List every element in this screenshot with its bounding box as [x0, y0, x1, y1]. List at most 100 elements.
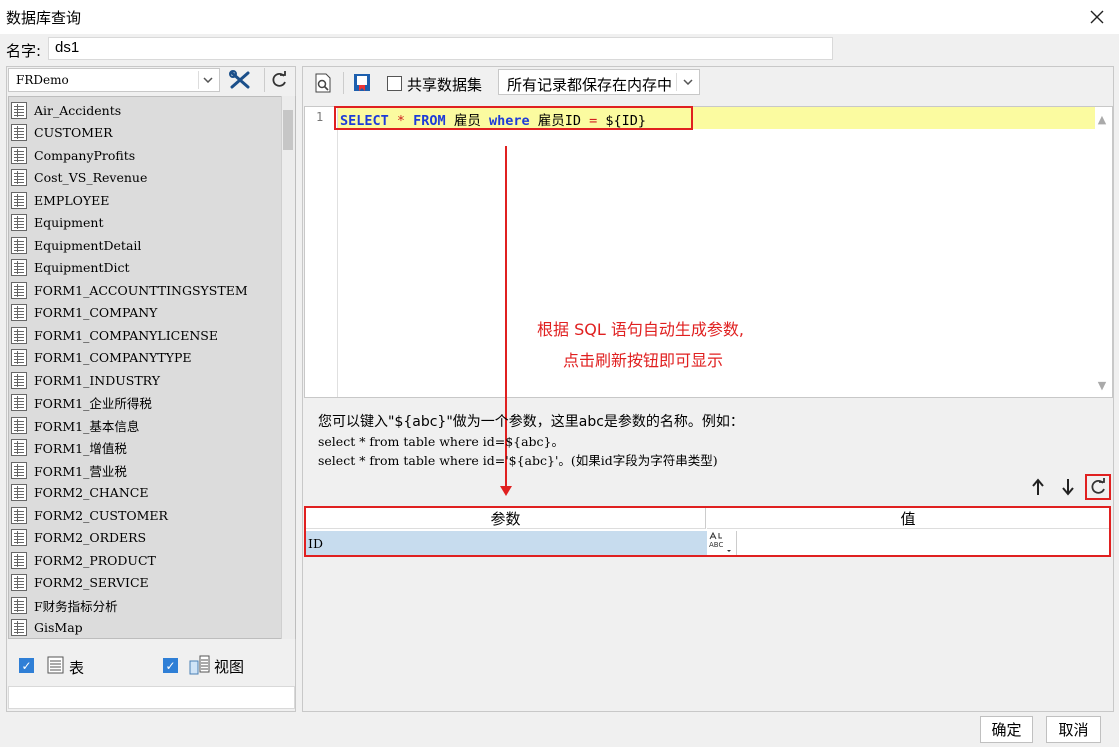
- chevron-down-icon[interactable]: [676, 73, 698, 91]
- table-list-item[interactable]: FORM1_COMPANY: [11, 302, 157, 324]
- table-list-item-label: FORM1_营业税: [34, 463, 127, 479]
- table-list-item-label: FORM2_CUSTOMER: [34, 507, 168, 523]
- table-list-item-label: FORM1_INDUSTRY: [34, 372, 160, 388]
- tools-icon: [229, 70, 250, 89]
- table-search-input[interactable]: [8, 686, 295, 709]
- table-list-item-label: EquipmentDetail: [34, 237, 142, 253]
- table-list-item-label: FORM1_COMPANY: [34, 305, 158, 320]
- table-checkbox[interactable]: ✓: [19, 658, 34, 673]
- toolbar-divider: [343, 72, 344, 94]
- hint-line-1: 您可以键入"${abc}"做为一个参数，这里abc是参数的名称。例如：: [318, 414, 744, 430]
- line-gutter: [305, 107, 338, 397]
- refresh-icon: [272, 71, 286, 87]
- type-select-icon[interactable]: ABC: [708, 531, 735, 555]
- table-icon: [11, 461, 27, 479]
- table-icon: [11, 326, 27, 344]
- table-list-item-label: FORM1_COMPANYTYPE: [34, 350, 192, 365]
- table-list-item[interactable]: EquipmentDict: [11, 257, 130, 279]
- table-icon: [11, 371, 27, 389]
- table-list-item[interactable]: FORM2_SERVICE: [11, 572, 149, 594]
- format-button[interactable]: [348, 71, 376, 95]
- table-list-item[interactable]: FORM1_企业所得税: [11, 392, 152, 414]
- table-list-item[interactable]: FORM2_CHANCE: [11, 482, 148, 504]
- table-list-item[interactable]: CUSTOMER: [11, 122, 113, 144]
- table-list-item[interactable]: FORM1_ACCOUNTTINGSYSTEM: [11, 279, 248, 301]
- table-list-item[interactable]: FORM2_ORDERS: [11, 527, 146, 549]
- table-list-item[interactable]: FORM2_CUSTOMER: [11, 504, 168, 526]
- table-icon: [11, 281, 27, 299]
- table-list-item-label: FORM1_基本信息: [34, 418, 140, 434]
- svg-text:ABC: ABC: [709, 541, 723, 549]
- chevron-down-icon[interactable]: [198, 71, 216, 89]
- preview-button[interactable]: [309, 71, 337, 95]
- table-list-item-label: Equipment: [34, 215, 104, 230]
- ok-button[interactable]: 确定: [980, 716, 1033, 743]
- table-list-item-label: Cost_VS_Revenue: [34, 170, 148, 185]
- cancel-button[interactable]: 取消: [1046, 716, 1101, 743]
- hint-line-2: select * from table where id=${abc}。: [318, 434, 565, 449]
- refresh-params-button[interactable]: [1085, 474, 1111, 500]
- view-icon: [189, 655, 211, 675]
- table-list-item-label: FORM2_SERVICE: [34, 575, 149, 590]
- close-button[interactable]: [1082, 3, 1112, 31]
- table-list-item-label: FORM2_ORDERS: [34, 530, 147, 545]
- view-checkbox[interactable]: ✓: [163, 658, 178, 673]
- param-value-input[interactable]: [736, 531, 1109, 555]
- refresh-icon: [1091, 478, 1105, 494]
- scroll-up-icon[interactable]: ▲: [1094, 111, 1110, 127]
- table-list-item[interactable]: FORM2_PRODUCT: [11, 549, 156, 571]
- table-icon: [11, 416, 27, 434]
- table-list-item[interactable]: CompanyProfits: [11, 144, 135, 166]
- tree-scrollbar[interactable]: [281, 96, 295, 639]
- table-list-item[interactable]: EMPLOYEE: [11, 189, 109, 211]
- table-list-item[interactable]: FORM1_营业税: [11, 459, 127, 481]
- view-filter-label: 视图: [214, 658, 245, 676]
- annotation-arrowhead: [500, 486, 512, 496]
- move-up-button[interactable]: [1024, 475, 1052, 499]
- tree-scrollbar-thumb[interactable]: [283, 110, 293, 150]
- cache-mode-select[interactable]: 所有记录都保存在内存中: [498, 69, 700, 95]
- database-select[interactable]: FRDemo: [8, 68, 220, 92]
- refresh-tables-button[interactable]: [264, 68, 292, 92]
- bookmark-icon: [354, 74, 370, 91]
- table-icon: [11, 596, 27, 614]
- table-icon: [11, 214, 27, 231]
- sql-highlight-box: [334, 106, 693, 130]
- table-list-item-label: FORM1_ACCOUNTTINGSYSTEM: [34, 282, 248, 298]
- table-list-item[interactable]: F财务指标分析: [11, 594, 118, 616]
- table-icon: [11, 394, 27, 411]
- value-column-header: 值: [707, 508, 1109, 529]
- table-icon: [11, 169, 27, 186]
- shared-dataset-checkbox[interactable]: [387, 76, 402, 91]
- table-list-item-label: FORM1_增值税: [34, 441, 127, 456]
- move-down-button[interactable]: [1054, 475, 1082, 499]
- param-column-header: 参数: [306, 508, 706, 529]
- table-list-item-label: EMPLOYEE: [34, 192, 110, 208]
- table-icon: [11, 506, 27, 524]
- scroll-down-icon[interactable]: ▼: [1094, 377, 1110, 393]
- table-list-item[interactable]: GisMap: [11, 617, 83, 639]
- shared-dataset-label: 共享数据集: [407, 76, 483, 94]
- table-icon: [11, 304, 27, 321]
- table-list-item[interactable]: Cost_VS_Revenue: [11, 167, 147, 189]
- table-filter-label: 表: [69, 659, 85, 677]
- table-icon: [11, 124, 27, 141]
- table-list-item[interactable]: FORM1_COMPANYLICENSE: [11, 324, 218, 346]
- table-icon: [11, 619, 27, 636]
- database-select-value: FRDemo: [16, 73, 69, 87]
- param-name-cell[interactable]: ID: [306, 531, 707, 555]
- table-list-item[interactable]: Equipment: [11, 212, 104, 234]
- table-icon: [11, 574, 27, 591]
- table-list-item-label: EquipmentDict: [34, 260, 130, 275]
- table-icon: [11, 191, 27, 209]
- annotation-text-2: 点击刷新按钮即可显示: [563, 351, 724, 370]
- table-list-item[interactable]: FORM1_增值税: [11, 437, 127, 459]
- table-list: Air_Accidents CUSTOMER CompanyProfits Cost_…: [8, 99, 281, 639]
- name-input[interactable]: ds1: [48, 37, 833, 60]
- connection-settings-button[interactable]: [226, 68, 254, 92]
- table-list-item[interactable]: FORM1_基本信息: [11, 414, 139, 436]
- table-list-item[interactable]: FORM1_INDUSTRY: [11, 369, 160, 391]
- table-list-item[interactable]: Air_Accidents: [11, 99, 121, 121]
- table-list-item[interactable]: EquipmentDetail: [11, 234, 141, 256]
- table-list-item[interactable]: FORM1_COMPANYTYPE: [11, 347, 192, 369]
